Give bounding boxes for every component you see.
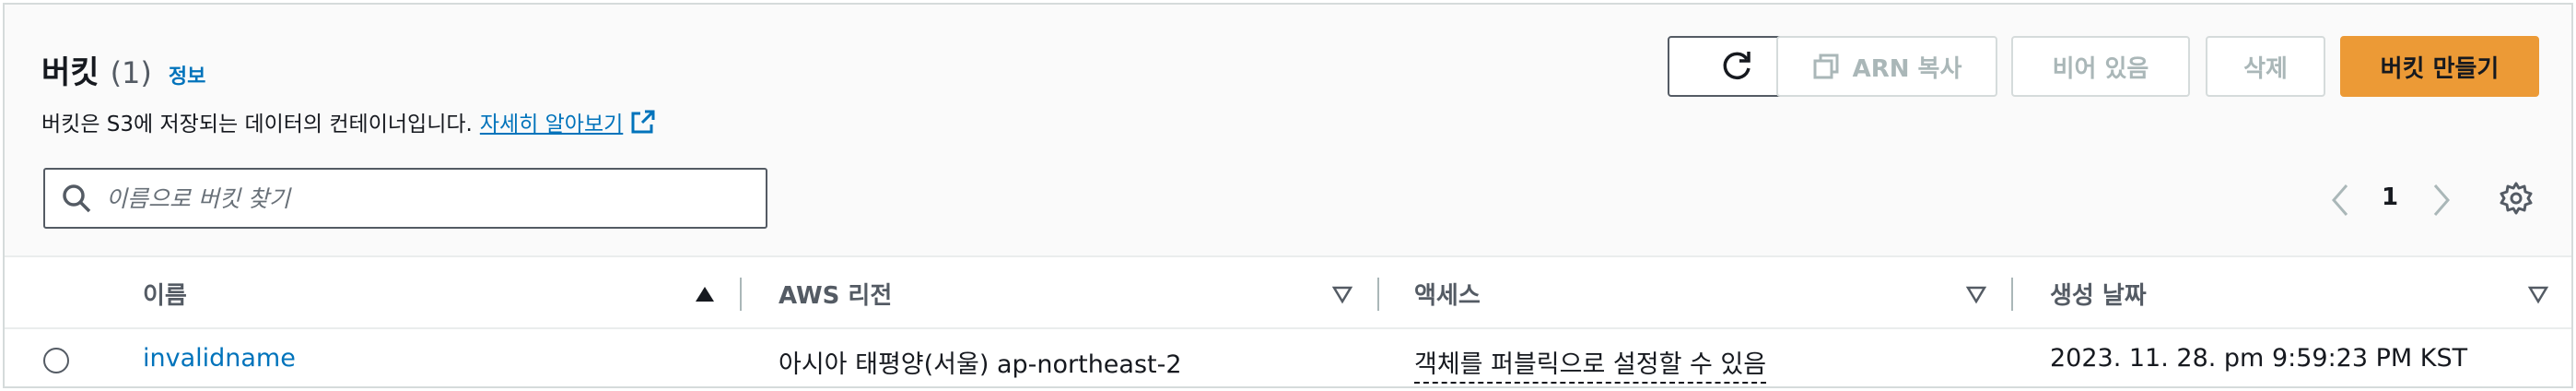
copy-arn-label: ARN 복사 bbox=[1852, 54, 1962, 83]
search-bar bbox=[43, 168, 767, 229]
copy-icon bbox=[1813, 53, 1839, 79]
empty-label: 비어 있음 bbox=[2052, 54, 2149, 83]
buckets-panel: 버킷 (1) 정보 버킷은 S3에 저장되는 데이터의 컨테이너입니다. 자세히… bbox=[3, 3, 2573, 388]
copy-arn-button[interactable]: ARN 복사 bbox=[1776, 36, 1997, 97]
column-divider[interactable] bbox=[1377, 278, 1379, 311]
column-divider[interactable] bbox=[2011, 278, 2013, 311]
bucket-region: 아시아 태평양(서울) ap-northeast-2 bbox=[779, 350, 1182, 379]
sort-descending-icon[interactable] bbox=[2527, 283, 2549, 305]
bucket-access[interactable]: 객체를 퍼블릭으로 설정할 수 있음 bbox=[1414, 344, 1767, 384]
column-divider[interactable] bbox=[740, 278, 742, 311]
chevron-right-icon[interactable] bbox=[2428, 182, 2455, 219]
chevron-left-icon[interactable] bbox=[2326, 182, 2354, 219]
sort-descending-icon[interactable] bbox=[1965, 283, 1987, 305]
search-icon bbox=[63, 184, 91, 213]
create-bucket-button[interactable]: 버킷 만들기 bbox=[2340, 36, 2539, 97]
external-link-icon[interactable] bbox=[630, 109, 656, 135]
learn-more-link[interactable]: 자세히 알아보기 bbox=[480, 106, 623, 137]
info-link[interactable]: 정보 bbox=[169, 60, 205, 89]
column-header-name[interactable]: 이름 bbox=[143, 257, 187, 329]
page-title: 버킷 bbox=[41, 54, 100, 91]
bucket-count: (1) bbox=[110, 55, 152, 90]
page-description: 버킷은 S3에 저장되는 데이터의 컨테이너입니다. 자세히 알아보기 bbox=[41, 106, 656, 137]
column-header-access[interactable]: 액세스 bbox=[1414, 257, 1481, 329]
column-header-created[interactable]: 생성 날짜 bbox=[2050, 257, 2147, 329]
row-select-radio[interactable] bbox=[43, 348, 69, 373]
create-bucket-label: 버킷 만들기 bbox=[2380, 54, 2500, 83]
empty-button[interactable]: 비어 있음 bbox=[2011, 36, 2190, 97]
description-text: 버킷은 S3에 저장되는 데이터의 컨테이너입니다. bbox=[41, 113, 473, 136]
panel-header: 버킷 (1) 정보 버킷은 S3에 저장되는 데이터의 컨테이너입니다. 자세히… bbox=[5, 5, 2571, 255]
refresh-icon bbox=[1723, 52, 1751, 80]
sort-descending-icon[interactable] bbox=[1331, 283, 1353, 305]
table-row[interactable]: invalidname 아시아 태평양(서울) ap-northeast-2 객… bbox=[5, 329, 2571, 386]
search-input[interactable] bbox=[106, 184, 751, 212]
bucket-created-date: 2023. 11. 28. pm 9:59:23 PM KST bbox=[2050, 344, 2468, 373]
column-header-region[interactable]: AWS 리전 bbox=[779, 257, 892, 329]
sort-ascending-icon[interactable] bbox=[694, 283, 716, 305]
table-header: 이름 AWS 리전 액세스 생성 날짜 bbox=[5, 255, 2571, 329]
current-page-number[interactable]: 1 bbox=[2382, 184, 2398, 211]
title-row: 버킷 (1) 정보 bbox=[41, 47, 205, 92]
bucket-name-link[interactable]: invalidname bbox=[143, 344, 296, 373]
delete-label: 삭제 bbox=[2243, 54, 2288, 83]
delete-button[interactable]: 삭제 bbox=[2206, 36, 2325, 97]
gear-icon[interactable] bbox=[2498, 180, 2535, 217]
